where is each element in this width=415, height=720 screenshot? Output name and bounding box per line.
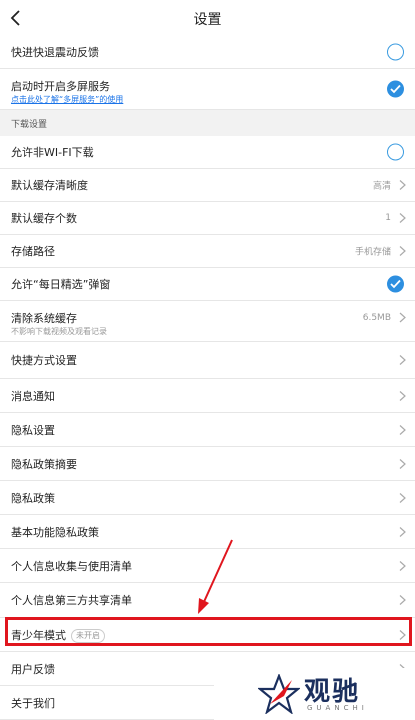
setting-quick-feedback[interactable]: 快进快退震动反馈 xyxy=(0,36,415,69)
setting-label: 个人信息第三方共享清单 xyxy=(11,594,132,607)
setting-label: 个人信息收集与使用清单 xyxy=(11,559,132,573)
chevron-right-icon xyxy=(399,355,406,365)
star-logo-icon xyxy=(258,674,300,714)
chevron-right-icon xyxy=(399,390,406,401)
chevron-right-icon xyxy=(399,213,406,223)
setting-multiscreen[interactable]: 启动时开启多屏服务 点击此处了解“多屏服务”的使用 xyxy=(0,69,415,110)
setting-non-wifi-download[interactable]: 允许非WI-FI下载 xyxy=(0,136,415,169)
top-bar: 设置 xyxy=(0,0,415,36)
multiscreen-help-link[interactable]: 点击此处了解“多屏服务”的使用 xyxy=(11,94,123,105)
checkbox-checked-icon[interactable] xyxy=(387,80,404,98)
setting-label: 默认缓存个数 xyxy=(11,212,77,225)
setting-cache-quality[interactable]: 默认缓存清晰度 高清 xyxy=(0,169,415,202)
setting-info-collection[interactable]: 个人信息收集与使用清单 xyxy=(0,549,415,583)
setting-label: 基本功能隐私政策 xyxy=(11,525,99,539)
chevron-right-icon xyxy=(399,458,406,469)
youth-mode-label: 青少年模式 xyxy=(11,628,66,642)
setting-label: 存储路径 xyxy=(11,245,55,258)
setting-youth-mode[interactable]: 青少年模式 未开启 xyxy=(0,618,415,652)
setting-label: 关于我们 xyxy=(11,696,55,710)
chevron-right-icon xyxy=(399,312,406,323)
chevron-right-icon xyxy=(399,560,406,571)
setting-label: 青少年模式 未开启 xyxy=(11,627,105,643)
setting-label: 快捷方式设置 xyxy=(11,354,77,367)
setting-value: 高清 xyxy=(372,181,391,192)
setting-value: 手机存储 xyxy=(354,247,391,258)
chevron-right-icon xyxy=(399,180,406,190)
checkbox-checked-icon[interactable] xyxy=(387,275,404,293)
setting-label: 允许“每日精选”弹窗 xyxy=(11,278,111,291)
page-title: 设置 xyxy=(193,12,222,28)
setting-clear-cache[interactable]: 清除系统缓存 不影响下载视频及观看记录 6.5MB xyxy=(0,301,415,342)
setting-third-party-sharing[interactable]: 个人信息第三方共享清单 xyxy=(0,583,415,618)
setting-privacy[interactable]: 隐私设置 xyxy=(0,413,415,447)
checkbox-unchecked-icon[interactable] xyxy=(387,143,404,161)
section-header-download: 下载设置 xyxy=(0,110,415,136)
chevron-right-icon xyxy=(399,246,406,256)
chevron-right-icon xyxy=(399,595,406,605)
setting-label: 快进快退震动反馈 xyxy=(11,46,99,59)
setting-value: 1 xyxy=(385,213,391,223)
setting-sublabel: 不影响下载视频及观看记录 xyxy=(11,327,107,336)
chevron-right-icon xyxy=(399,424,406,435)
setting-label: 隐私设置 xyxy=(11,423,55,437)
watermark-text: 观驰 xyxy=(304,677,361,707)
setting-label: 隐私政策摘要 xyxy=(11,457,77,471)
settings-list: 快进快退震动反馈 启动时开启多屏服务 点击此处了解“多屏服务”的使用 下载设置 … xyxy=(0,36,415,720)
setting-storage-path[interactable]: 存储路径 手机存储 xyxy=(0,235,415,268)
setting-daily-popup[interactable]: 允许“每日精选”弹窗 xyxy=(0,268,415,301)
setting-label: 用户反馈 xyxy=(11,662,55,676)
setting-notifications[interactable]: 消息通知 xyxy=(0,379,415,413)
setting-label: 消息通知 xyxy=(11,389,55,403)
status-badge: 未开启 xyxy=(71,628,105,643)
setting-label: 启动时开启多屏服务 xyxy=(11,80,110,93)
chevron-right-icon xyxy=(399,526,406,537)
setting-label: 清除系统缓存 xyxy=(11,312,77,325)
setting-value: 6.5MB xyxy=(362,313,391,323)
setting-privacy-summary[interactable]: 隐私政策摘要 xyxy=(0,447,415,481)
section-label: 下载设置 xyxy=(11,120,48,130)
setting-label: 隐私政策 xyxy=(11,491,55,505)
watermark: 观驰 GUANCHI xyxy=(214,668,415,720)
setting-privacy-policy[interactable]: 隐私政策 xyxy=(0,481,415,515)
chevron-right-icon xyxy=(399,629,406,640)
setting-label: 允许非WI-FI下载 xyxy=(11,146,94,159)
watermark-subtext: GUANCHI xyxy=(307,704,368,712)
setting-label: 默认缓存清晰度 xyxy=(11,179,88,192)
chevron-right-icon xyxy=(399,492,406,503)
checkbox-unchecked-icon[interactable] xyxy=(387,43,404,61)
setting-shortcut[interactable]: 快捷方式设置 xyxy=(0,342,415,379)
setting-basic-privacy[interactable]: 基本功能隐私政策 xyxy=(0,515,415,549)
setting-cache-count[interactable]: 默认缓存个数 1 xyxy=(0,202,415,235)
